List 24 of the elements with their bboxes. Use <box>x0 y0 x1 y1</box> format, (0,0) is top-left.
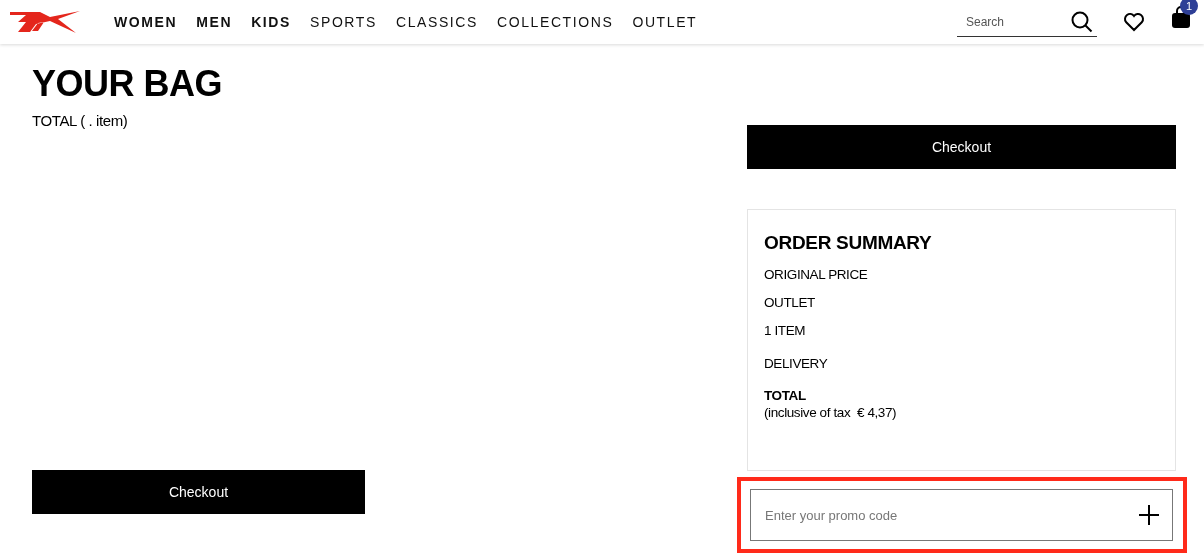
summary-line: ORIGINAL PRICE <box>764 267 869 282</box>
nav-link[interactable]: WOMEN <box>114 14 178 30</box>
tax-note: (inclusive of tax € 4,37) <box>764 405 898 420</box>
nav-link[interactable]: SPORTS <box>310 14 377 30</box>
summary-line: 1 ITEM <box>764 323 807 338</box>
summary-title: ORDER SUMMARY <box>764 232 933 254</box>
nav-link[interactable]: KIDS <box>251 14 291 30</box>
nav-link[interactable]: OUTLET <box>632 14 698 30</box>
checkout-button[interactable]: Checkout <box>32 470 365 514</box>
summary-line: DELIVERY <box>764 356 829 371</box>
promo-code-field[interactable]: Enter your promo code <box>750 489 1173 541</box>
nav-link[interactable]: CLASSICS <box>395 14 478 30</box>
cart-count-badge: 1 <box>1180 0 1198 15</box>
summary-line: OUTLET <box>764 295 816 310</box>
nav-link[interactable]: COLLECTIONS <box>497 14 614 30</box>
search-field[interactable]: Search <box>957 7 1097 37</box>
page-title: YOUR BAG <box>32 64 223 104</box>
bag-total: TOTAL ( . item) <box>32 112 129 129</box>
plus-icon[interactable] <box>1138 504 1160 526</box>
checkout-button[interactable]: Checkout <box>747 125 1176 169</box>
summary-line: TOTAL <box>764 388 807 403</box>
nav-link[interactable]: MEN <box>196 14 233 30</box>
heart-icon[interactable] <box>1123 12 1145 32</box>
search-icon[interactable] <box>1071 11 1093 33</box>
